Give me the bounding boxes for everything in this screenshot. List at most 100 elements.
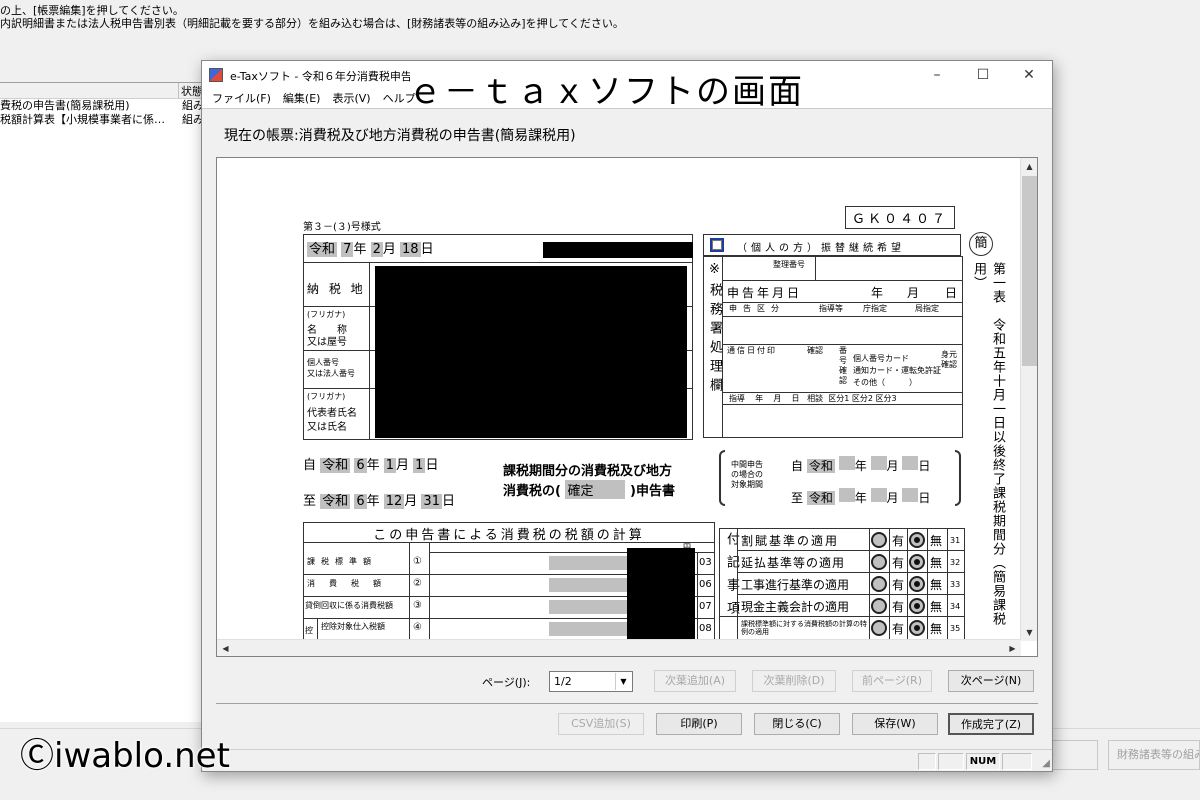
filing-date: 令和 7年 2月 18 日: [307, 238, 434, 257]
note-no-radio[interactable]: [909, 554, 925, 573]
tax-return-form: 第３－(３)号様式 ＧＫ０４０７ 令和 7年 2月 18 日 納 税 地 (フリガ…: [217, 158, 1021, 642]
interim-from-era[interactable]: 令和: [806, 459, 835, 473]
note-yes-radio[interactable]: [871, 576, 887, 595]
filing-era[interactable]: 令和: [307, 242, 338, 257]
num-lock-indicator: NUM: [966, 753, 1000, 770]
id-doc-2: 通知カード・運転免許証: [853, 366, 941, 375]
form-viewport[interactable]: 第３－(３)号様式 ＧＫ０４０７ 令和 7年 2月 18 日 納 税 地 (フリガ…: [216, 157, 1038, 657]
period-from-day[interactable]: 1: [413, 458, 426, 473]
interim-from-month[interactable]: [870, 456, 887, 470]
redacted-taxpayer-info: [375, 266, 687, 438]
note-no-radio[interactable]: [909, 532, 925, 551]
status-column-header[interactable]: 状態: [178, 83, 203, 99]
month-header: 月: [773, 394, 782, 403]
period-to-day[interactable]: 31: [421, 494, 442, 509]
interim-from-year[interactable]: [838, 456, 855, 470]
form-side-title: 第一表 令和五年十月一日以後終了課税期間分（簡易課税用）: [971, 262, 1005, 626]
add-next-sheet-button[interactable]: 次葉追加(A): [654, 670, 736, 692]
resize-grip-icon[interactable]: ◢: [1042, 758, 1050, 769]
individual-name-label: 又は氏名: [307, 422, 347, 433]
address-label: 納 税 地: [307, 282, 366, 296]
filing-year[interactable]: 7: [341, 242, 354, 257]
previous-page-button[interactable]: 前ページ(R): [852, 670, 932, 692]
minimize-button[interactable]: –: [914, 61, 960, 89]
divider: [697, 552, 698, 642]
divider: [722, 316, 963, 317]
number-check-label: 番号確認: [839, 346, 847, 385]
note-no-radio[interactable]: [909, 576, 925, 595]
note-no-radio[interactable]: [909, 598, 925, 617]
period-to-year[interactable]: 6: [354, 494, 367, 509]
scroll-down-icon[interactable]: ▼: [1021, 624, 1037, 641]
note-yes-radio[interactable]: [871, 532, 887, 551]
filing-date-label: 申告年月日: [727, 286, 803, 300]
close-form-button[interactable]: 閉じる(C): [754, 713, 840, 735]
interim-to-year[interactable]: [838, 488, 855, 502]
next-page-button[interactable]: 次ページ(N): [948, 670, 1034, 692]
finish-creation-button[interactable]: 作成完了(Z): [948, 713, 1034, 735]
radio-icon: [871, 620, 887, 636]
horizontal-scrollbar[interactable]: ◀ ▶: [217, 639, 1021, 656]
title-suffix: )申告書: [630, 484, 675, 499]
note-yes-radio[interactable]: [871, 598, 887, 617]
transfer-request-checkbox[interactable]: [710, 238, 724, 255]
title-prefix: 消費税の(: [503, 484, 561, 499]
page-select[interactable]: 1/2 ▼: [549, 671, 633, 692]
print-button[interactable]: 印刷(P): [656, 713, 742, 735]
maximize-button[interactable]: ☐: [960, 61, 1006, 89]
filing-day[interactable]: 18: [400, 242, 421, 257]
scroll-up-icon[interactable]: ▲: [1021, 158, 1037, 175]
menu-edit[interactable]: 編集(E): [277, 89, 327, 108]
interim-to-era[interactable]: 令和: [806, 491, 835, 505]
row-number: ③: [413, 600, 422, 611]
csv-add-button[interactable]: CSV追加(S): [558, 713, 644, 735]
list-item[interactable]: 税額計算表【小規模事業者に係… 組み: [0, 113, 210, 127]
period-from-year[interactable]: 6: [354, 458, 367, 473]
row-group-label: 控: [305, 626, 313, 635]
declaration-type-field[interactable]: 確定: [565, 480, 626, 499]
office-month-label: 月: [907, 286, 920, 300]
postmark-label: 通信日付印: [727, 346, 777, 355]
menu-file[interactable]: ファイル(F): [206, 89, 277, 108]
note-yes-radio[interactable]: [871, 620, 887, 639]
row-number: ④: [413, 622, 422, 633]
period-to-month[interactable]: 12: [383, 494, 405, 509]
category3-header: 区分3: [875, 394, 897, 403]
import-financial-statements-button[interactable]: 財務諸表等の組み込み: [1108, 740, 1200, 770]
no-label: 無: [930, 556, 943, 570]
background-form-list[interactable]: 状態 費税の申告書(簡易課税用) 組み 税額計算表【小規模事業者に係… 組み: [0, 82, 210, 722]
close-button[interactable]: ✕: [1006, 61, 1052, 89]
row-code: 07: [699, 601, 712, 612]
period-to-era[interactable]: 令和: [320, 494, 351, 509]
period-from-era[interactable]: 令和: [320, 458, 351, 473]
divider: [722, 280, 963, 281]
scroll-right-icon[interactable]: ▶: [1004, 640, 1021, 656]
furigana-label: (フリガナ): [307, 310, 346, 319]
list-item[interactable]: 費税の申告書(簡易課税用) 組み: [0, 99, 210, 113]
note-yes-radio[interactable]: [871, 554, 887, 573]
interim-to: 至 令和 年 月 日: [791, 488, 930, 506]
delete-next-sheet-button[interactable]: 次葉削除(D): [752, 670, 836, 692]
row-label: 消費税額: [307, 579, 395, 588]
divider: [737, 572, 965, 573]
filing-month[interactable]: 2: [370, 242, 383, 257]
save-button[interactable]: 保存(W): [852, 713, 938, 735]
interim-to-day[interactable]: [902, 488, 919, 502]
chevron-down-icon[interactable]: ▼: [615, 673, 631, 690]
no-label: 無: [930, 534, 943, 548]
divider: [722, 302, 963, 303]
vertical-scrollbar[interactable]: ▲ ▼: [1020, 158, 1037, 641]
note-code: 35: [950, 624, 961, 633]
interim-to-month[interactable]: [870, 488, 887, 502]
period-from-month[interactable]: 1: [383, 458, 397, 473]
scroll-left-icon[interactable]: ◀: [217, 640, 234, 656]
interim-from-day[interactable]: [902, 456, 919, 470]
office-year-label: 年: [871, 286, 884, 300]
no-label: 無: [930, 600, 943, 614]
note-no-radio[interactable]: [909, 620, 925, 639]
scroll-thumb[interactable]: [1022, 176, 1037, 366]
year-label: 年: [353, 242, 367, 257]
menu-view[interactable]: 表示(V): [326, 89, 376, 108]
row-number: ②: [413, 578, 422, 589]
interim-label-line: 中間申告: [731, 460, 763, 469]
